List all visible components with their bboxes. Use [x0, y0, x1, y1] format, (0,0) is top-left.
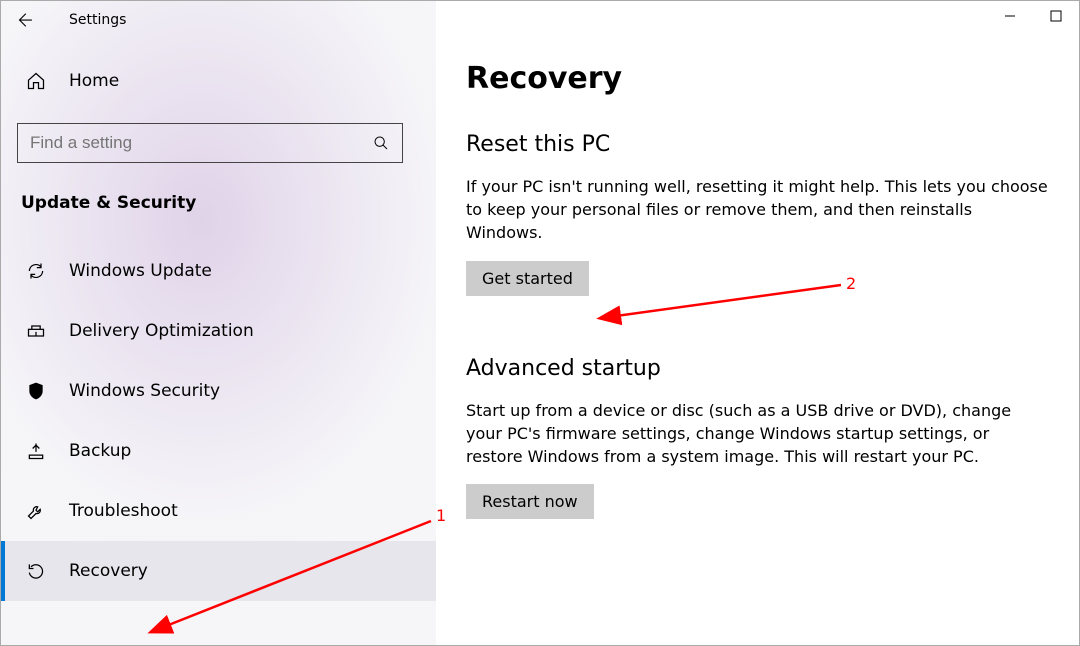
recovery-icon — [25, 561, 47, 581]
get-started-button[interactable]: Get started — [466, 261, 589, 296]
maximize-icon — [1050, 10, 1062, 22]
sidebar-item-troubleshoot[interactable]: Troubleshoot — [1, 481, 436, 541]
shield-icon — [25, 381, 47, 401]
sidebar-item-label: Windows Update — [69, 261, 212, 281]
home-link[interactable]: Home — [17, 61, 436, 101]
search-input[interactable] — [30, 133, 372, 153]
back-button[interactable] — [1, 1, 47, 39]
maximize-button[interactable] — [1033, 1, 1079, 31]
sidebar-item-label: Backup — [69, 441, 131, 461]
page-title: Recovery — [466, 61, 1049, 96]
wrench-icon — [25, 501, 47, 521]
home-label: Home — [69, 71, 119, 91]
settings-window: Settings Home Update & Security — [0, 0, 1080, 646]
delivery-icon — [25, 321, 47, 341]
refresh-icon — [25, 261, 47, 281]
reset-this-pc-section: Reset this PC If your PC isn't running w… — [466, 132, 1049, 296]
minimize-button[interactable] — [987, 1, 1033, 31]
arrow-left-icon — [15, 11, 33, 29]
backup-icon — [25, 441, 47, 461]
search-icon — [372, 135, 390, 151]
sidebar-item-windows-update[interactable]: Windows Update — [1, 241, 436, 301]
sidebar-item-label: Troubleshoot — [69, 501, 178, 521]
search-input-wrapper[interactable] — [17, 123, 403, 163]
home-icon — [25, 71, 47, 91]
sidebar-item-backup[interactable]: Backup — [1, 421, 436, 481]
sidebar-item-delivery-optimization[interactable]: Delivery Optimization — [1, 301, 436, 361]
advanced-startup-section: Advanced startup Start up from a device … — [466, 356, 1049, 520]
advanced-description: Start up from a device or disc (such as … — [466, 399, 1049, 469]
restart-now-button[interactable]: Restart now — [466, 484, 594, 519]
sidebar-item-label: Windows Security — [69, 381, 220, 401]
sidebar-item-windows-security[interactable]: Windows Security — [1, 361, 436, 421]
reset-heading: Reset this PC — [466, 132, 1049, 157]
minimize-icon — [1004, 10, 1016, 22]
reset-description: If your PC isn't running well, resetting… — [466, 175, 1049, 245]
advanced-heading: Advanced startup — [466, 356, 1049, 381]
sidebar: Home Update & Security Windows Update De… — [1, 1, 436, 645]
sidebar-item-label: Delivery Optimization — [69, 321, 254, 341]
section-heading: Update & Security — [17, 193, 436, 213]
content-pane: Recovery Reset this PC If your PC isn't … — [436, 1, 1079, 645]
sidebar-item-label: Recovery — [69, 561, 148, 581]
sidebar-item-recovery[interactable]: Recovery — [1, 541, 436, 601]
